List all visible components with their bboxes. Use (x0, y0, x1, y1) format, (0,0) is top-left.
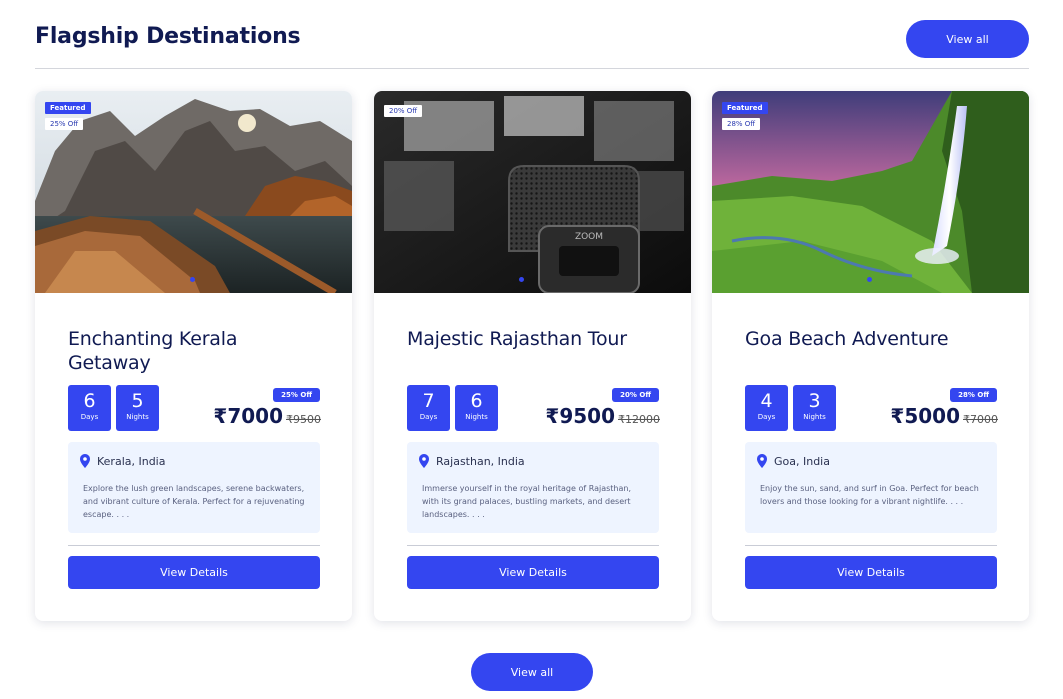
nights-count: 3 (808, 390, 821, 412)
destination-image[interactable]: ZOOM 20% Off (374, 91, 691, 293)
price-row: ₹5000 ₹7000 (890, 404, 998, 428)
image-discount-badge: 28% Off (722, 118, 761, 130)
price-row: ₹7000 ₹9500 (213, 404, 321, 428)
page-title: Flagship Destinations (35, 24, 301, 49)
featured-badge: Featured (722, 102, 768, 114)
destination-title: Enchanting Kerala Getaway (68, 328, 238, 374)
location-pin-icon (757, 454, 767, 468)
info-box: Goa, India Enjoy the sun, sand, and surf… (745, 442, 997, 533)
carousel-dot[interactable] (519, 277, 524, 282)
section-header: Flagship Destinations View all (35, 20, 1029, 69)
featured-badge: Featured (45, 102, 91, 114)
nights-box: 6 Nights (455, 385, 498, 431)
nights-label: Nights (465, 413, 488, 421)
days-label: Days (80, 413, 99, 421)
location-text: Rajasthan, India (436, 454, 525, 468)
destination-image[interactable]: Featured 25% Off (35, 91, 352, 293)
location-row: Kerala, India (80, 454, 165, 468)
info-box: Kerala, India Explore the lush green lan… (68, 442, 320, 533)
svg-text:ZOOM: ZOOM (575, 232, 603, 242)
nights-box: 5 Nights (116, 385, 159, 431)
info-box: Rajasthan, India Immerse yourself in the… (407, 442, 659, 533)
destination-description: Enjoy the sun, sand, and surf in Goa. Pe… (760, 484, 979, 506)
view-details-button[interactable]: View Details (745, 556, 997, 589)
price-row: ₹9500 ₹12000 (545, 404, 660, 428)
price: ₹5000 (890, 404, 960, 428)
divider (68, 545, 320, 546)
days-label: Days (419, 413, 438, 421)
destination-title: Goa Beach Adventure (745, 328, 949, 350)
view-all-bottom-button[interactable]: View all (471, 653, 593, 691)
destination-card[interactable]: Featured 25% Off Enchanting Kerala Getaw… (35, 91, 352, 621)
days-count: 7 (422, 390, 435, 412)
old-price: ₹12000 (618, 413, 660, 426)
location-text: Kerala, India (97, 454, 166, 468)
microphone-recorder-image: ZOOM (374, 91, 691, 293)
nights-count: 5 (131, 390, 144, 412)
view-all-button[interactable]: View all (906, 20, 1029, 58)
days-box: 7 Days (407, 385, 450, 431)
discount-badge: 20% Off (612, 388, 659, 402)
divider (407, 545, 659, 546)
view-details-button[interactable]: View Details (407, 556, 659, 589)
nights-box: 3 Nights (793, 385, 836, 431)
old-price: ₹9500 (286, 413, 321, 426)
image-discount-badge: 25% Off (45, 118, 84, 130)
destination-card[interactable]: ZOOM 20% Off Majestic Rajasthan Tour 7 D… (374, 91, 691, 621)
destination-title: Majestic Rajasthan Tour (407, 328, 627, 350)
location-pin-icon (419, 454, 429, 468)
days-label: Days (757, 413, 776, 421)
price: ₹7000 (213, 404, 283, 428)
nights-label: Nights (803, 413, 826, 421)
location-text: Goa, India (774, 454, 830, 468)
view-details-button[interactable]: View Details (68, 556, 320, 589)
price: ₹9500 (545, 404, 615, 428)
nights-label: Nights (126, 413, 149, 421)
old-price: ₹7000 (963, 413, 998, 426)
location-row: Rajasthan, India (419, 454, 525, 468)
destination-card[interactable]: Featured 28% Off Goa Beach Adventure 4 D… (712, 91, 1029, 621)
location-row: Goa, India (757, 454, 830, 468)
destination-description: Immerse yourself in the royal heritage o… (422, 484, 632, 519)
image-discount-badge: 20% Off (384, 105, 423, 117)
destination-description: Explore the lush green landscapes, seren… (83, 484, 305, 519)
carousel-dot[interactable] (867, 277, 872, 282)
days-box: 4 Days (745, 385, 788, 431)
discount-badge: 28% Off (950, 388, 997, 402)
discount-badge: 25% Off (273, 388, 320, 402)
destination-image[interactable]: Featured 28% Off (712, 91, 1029, 293)
days-box: 6 Days (68, 385, 111, 431)
days-count: 6 (83, 390, 96, 412)
divider (745, 545, 997, 546)
days-count: 4 (760, 390, 773, 412)
location-pin-icon (80, 454, 90, 468)
carousel-dot[interactable] (190, 277, 195, 282)
nights-count: 6 (470, 390, 483, 412)
